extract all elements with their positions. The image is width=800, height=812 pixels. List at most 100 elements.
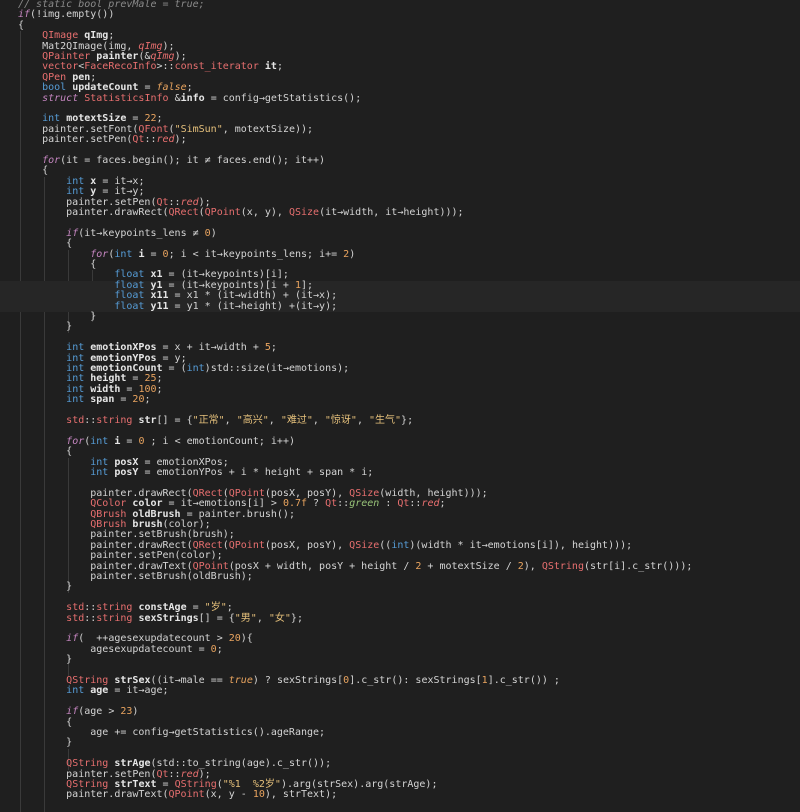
code-token: ); <box>174 134 187 146</box>
code-token: age += config→getStatistics().ageRange; <box>18 727 326 738</box>
code-token: , motextSize)); <box>222 123 314 135</box>
code-token: QPen <box>42 71 67 83</box>
code-line[interactable]: painter.drawRect(QRect(QPoint(x, y), QSi… <box>0 207 800 218</box>
code-token: Qt <box>397 498 410 510</box>
code-token: QString <box>66 675 109 686</box>
code-token: QPoint <box>228 539 265 551</box>
code-line-content: QString strAge(std::to_string(age).c_str… <box>18 758 331 769</box>
code-line-content: QBrush oldBrush = painter.brush(); <box>18 509 295 520</box>
code-token: if <box>66 706 79 718</box>
code-token: painter.drawRect( <box>18 207 169 218</box>
code-line-content: painter.drawText(QPoint(x, y - 10), strT… <box>18 789 337 800</box>
code-token: , <box>356 415 369 426</box>
code-line[interactable]: age += config→getStatistics().ageRange; <box>0 727 800 738</box>
code-token: (it = faces.begin(); it ≠ faces.end(); i… <box>60 155 326 166</box>
code-line-content: { <box>18 446 72 457</box>
code-token: for <box>90 248 109 260</box>
code-token: string <box>96 415 133 426</box>
code-token: 20 <box>132 394 145 406</box>
code-token: QRect <box>168 207 199 218</box>
code-token: { <box>18 446 73 458</box>
code-token: = ( <box>162 363 187 374</box>
code-token: float <box>114 300 145 312</box>
code-token: ; <box>156 113 163 125</box>
code-line[interactable]: if(it→keypoints_lens ≠ 0) <box>0 228 800 239</box>
code-token: = <box>114 394 133 406</box>
code-token: = config→getStatistics(); <box>204 92 362 104</box>
code-line-content: vector<FaceRecoInfo>::const_iterator it; <box>18 61 283 72</box>
code-line-content: int emotionXPos = x + it→width + 5; <box>18 342 277 353</box>
code-token: = <box>144 248 163 260</box>
code-token: :: <box>84 612 97 624</box>
code-line-content: } <box>18 737 72 748</box>
code-line[interactable]: } <box>0 738 800 748</box>
code-token: = <box>120 435 139 447</box>
code-token: int <box>66 352 85 364</box>
code-token: agesexupdatecount = <box>18 643 211 655</box>
code-token: (x, y - <box>204 789 253 801</box>
code-token: for <box>42 155 61 166</box>
code-token: int <box>90 435 109 447</box>
code-editor[interactable]: // static bool prevMale = true; if(!img.e… <box>0 0 800 812</box>
code-line-content: int y = it→y; <box>18 186 144 197</box>
code-token: { <box>18 238 73 250</box>
code-line[interactable]: } <box>0 311 800 322</box>
code-line[interactable]: for(int i = 0 ; i < emotionCount; i++) <box>0 435 800 447</box>
code-token: (std::to_string(age).c_str()); <box>150 758 332 770</box>
code-line-content: float x11 = x1 * (it→width) + (it→x); <box>18 290 337 301</box>
code-line[interactable]: painter.setPen(Qt::red); <box>0 134 800 145</box>
code-token: emotionXPos <box>90 342 157 354</box>
code-line[interactable]: float y11 = y1 * (it→height) +(it→y); <box>0 300 800 312</box>
code-line[interactable]: if(!img.empty()) <box>0 10 800 20</box>
code-line[interactable]: for(int i = 0; i < it→keypoints_lens; i+… <box>0 249 800 260</box>
code-token: (it→width, it→height))); <box>319 207 464 218</box>
code-line-content: if(it→keypoints_lens ≠ 0) <box>18 228 217 239</box>
code-line[interactable]: int span = 20; <box>0 394 800 406</box>
code-token: int <box>114 248 133 260</box>
code-line-content: for(int i = 0; i < it→keypoints_lens; i+… <box>18 249 355 260</box>
code-token: QString <box>174 779 217 790</box>
code-token: FaceRecoInfo <box>84 61 157 73</box>
code-line[interactable]: { <box>0 20 800 31</box>
code-token: = <box>156 779 175 790</box>
code-token: QPoint <box>204 207 241 218</box>
code-line[interactable]: for(it = faces.begin(); it ≠ faces.end()… <box>0 155 800 166</box>
code-token: }; <box>401 415 414 426</box>
code-line[interactable]: int age = it→age; <box>0 686 800 696</box>
code-line-content: float x1 = (it→keypoints)[i]; <box>18 269 289 280</box>
code-token: { <box>18 165 49 177</box>
code-token: }; <box>290 612 303 624</box>
code-token: "女" <box>268 612 291 624</box>
code-token: width <box>90 383 121 395</box>
code-token: 0.7f <box>282 498 308 510</box>
code-line[interactable]: painter.drawText(QPoint(x, y - 10), strT… <box>0 790 800 800</box>
code-token: QString <box>541 560 584 572</box>
code-line[interactable]: painter.setBrush(oldBrush); <box>0 571 800 582</box>
code-token: ) <box>210 227 217 239</box>
code-token: "惊讶" <box>324 415 357 426</box>
code-line[interactable]: vector<FaceRecoInfo>::const_iterator it; <box>0 62 800 72</box>
code-token: Qt <box>325 498 338 510</box>
code-line[interactable]: } <box>0 322 800 332</box>
code-line[interactable]: std::string str[] = {"正常", "高兴", "难过", "… <box>0 415 800 426</box>
code-token: red <box>180 768 199 780</box>
code-line[interactable]: int posY = emotionYPos + i * height + sp… <box>0 467 800 478</box>
code-token: } <box>18 737 73 749</box>
code-line-content: painter.setPen(Qt::red); <box>18 134 187 145</box>
code-line-content: painter.drawRect(QRect(QPoint(posX, posY… <box>18 488 487 499</box>
code-line[interactable]: if(age > 23) <box>0 706 800 718</box>
code-line[interactable]: } <box>0 582 800 592</box>
code-line[interactable]: // static bool prevMale = true; <box>0 0 800 10</box>
code-token: ; <box>156 373 163 385</box>
code-line[interactable]: std::string sexStrings[] = {"男", "女"}; <box>0 612 800 624</box>
code-token: = y; <box>156 352 187 364</box>
code-line-content: { <box>18 165 48 176</box>
code-token: ), strText); <box>264 789 338 801</box>
code-line[interactable]: } <box>0 654 800 665</box>
code-line[interactable]: struct StatisticsInfo &info = config→get… <box>0 92 800 104</box>
code-line[interactable]: agesexupdatecount = 0; <box>0 643 800 655</box>
